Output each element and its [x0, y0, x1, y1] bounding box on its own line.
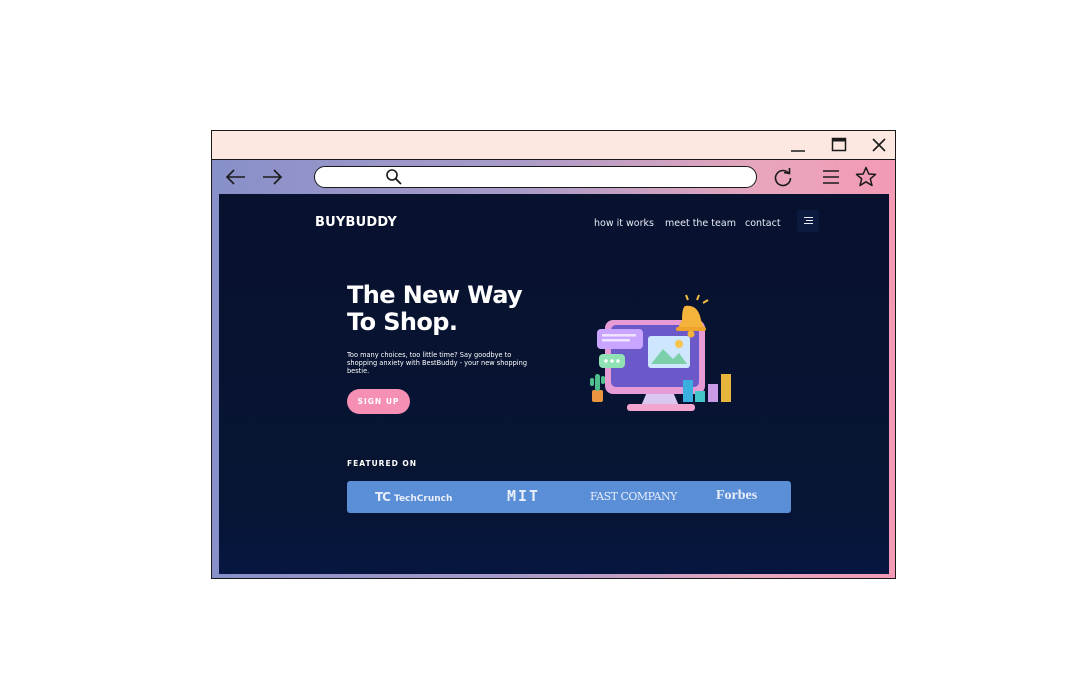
address-bar[interactable] [314, 166, 757, 188]
title-bar [212, 131, 895, 160]
computer-notification-illustration [590, 294, 731, 411]
hamburger-icon[interactable] [797, 210, 819, 232]
mit-logo: MIT [507, 487, 541, 505]
forbes-logo: Forbes [716, 488, 758, 503]
featured-on-heading: FEATURED ON [347, 459, 418, 468]
close-icon[interactable] [867, 134, 891, 156]
nav-meet-the-team[interactable]: meet the team [665, 218, 736, 229]
brand-logo[interactable]: BUYBUDDY [315, 215, 397, 230]
reload-icon[interactable] [770, 165, 796, 189]
arrow-right-icon[interactable] [259, 165, 285, 189]
menu-icon[interactable] [818, 165, 844, 189]
arrow-left-icon[interactable] [223, 165, 249, 189]
address-input[interactable] [409, 169, 743, 187]
browser-toolbar [212, 160, 895, 194]
hero-subtitle: Too many choices, too little time? Say g… [347, 351, 528, 376]
maximize-icon[interactable] [827, 134, 851, 156]
techcrunch-logo: TC TechCrunch [375, 490, 453, 504]
featured-logos-strip: TC TechCrunch MIT FAST COMPANY Forbes [347, 481, 791, 513]
sign-up-button[interactable]: SIGN UP [347, 389, 410, 414]
web-page-viewport: BUYBUDDY how it works meet the team cont… [219, 194, 889, 574]
fast-company-logo: FAST COMPANY [590, 490, 677, 503]
browser-window: BUYBUDDY how it works meet the team cont… [211, 130, 896, 579]
nav-how-it-works[interactable]: how it works [594, 218, 654, 229]
minimize-icon[interactable] [786, 134, 810, 156]
hero-title: The New Way To Shop. [347, 281, 523, 336]
star-icon[interactable] [853, 165, 879, 189]
nav-contact[interactable]: contact [745, 218, 781, 229]
search-icon [386, 169, 402, 185]
